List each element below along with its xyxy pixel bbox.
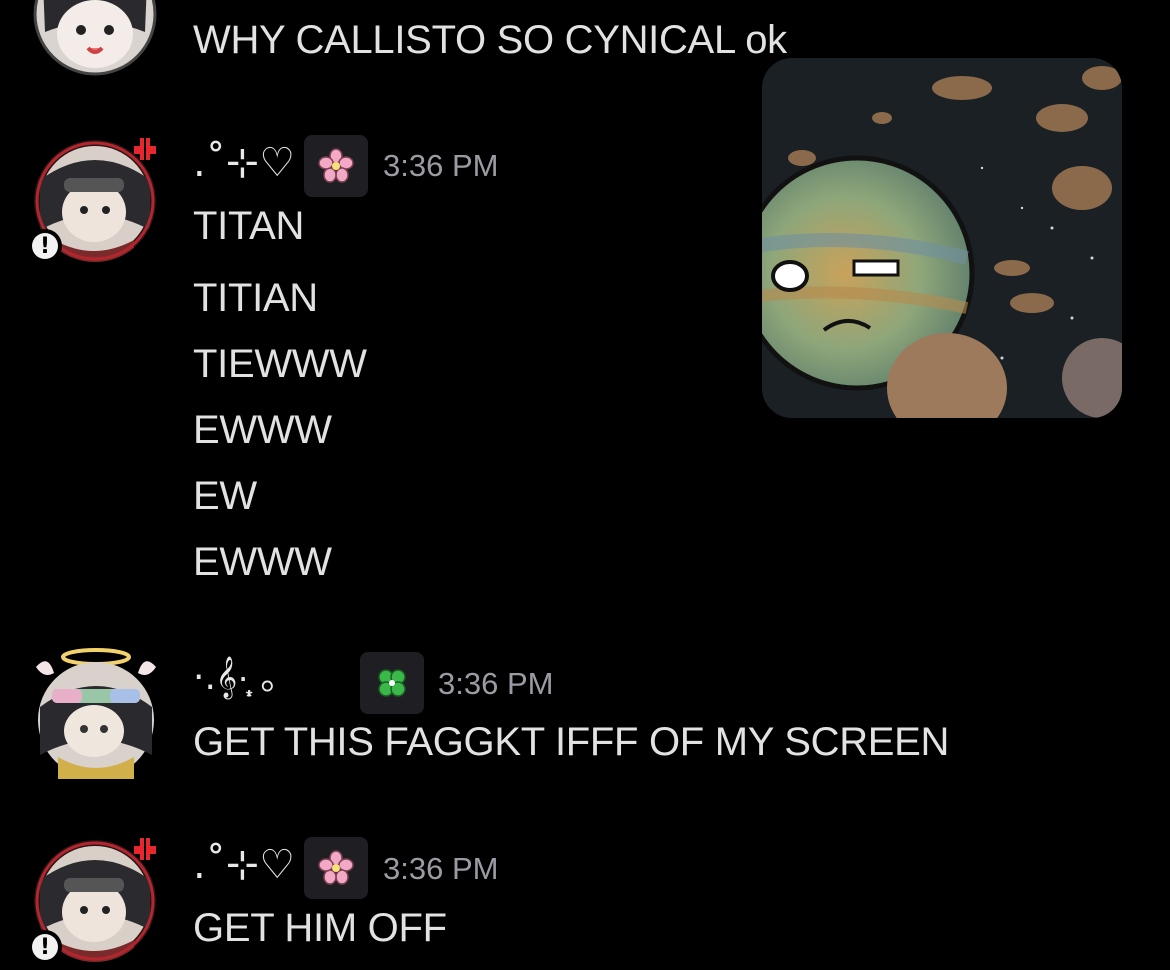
four-leaf-clover-icon <box>378 669 406 697</box>
server-tag[interactable] <box>360 652 424 714</box>
message-text: GET THIS FAGGKT IFFF OF MY SCREEN <box>193 720 950 764</box>
author-name[interactable]: .˚⊹♡ <box>193 140 295 186</box>
server-tag[interactable] <box>304 135 368 197</box>
message-text: EWWW <box>193 540 332 584</box>
status-badge: ! <box>28 930 62 964</box>
cherry-blossom-icon <box>318 148 354 183</box>
message-timestamp: 3:36 PM <box>383 148 499 183</box>
message-text: EW <box>193 474 257 518</box>
author-name[interactable]: .˚⊹♡ <box>193 842 295 888</box>
message-timestamp: 3:36 PM <box>438 666 554 701</box>
message-text: TITIAN <box>193 276 318 320</box>
message-timestamp: 3:36 PM <box>383 851 499 886</box>
anger-mark-icon <box>134 838 156 860</box>
message-text: TIEWWW <box>193 342 367 386</box>
anger-mark-icon <box>134 138 156 160</box>
message-text: TITAN <box>193 204 305 248</box>
cherry-blossom-icon <box>318 850 354 885</box>
image-attachment[interactable] <box>762 58 1122 418</box>
server-tag[interactable] <box>304 837 368 899</box>
status-badge: ! <box>28 229 62 263</box>
user-avatar[interactable] <box>30 645 162 780</box>
message-text: GET HIM OFF <box>193 906 447 950</box>
user-avatar[interactable] <box>33 0 158 77</box>
message-text: EWWW <box>193 408 332 452</box>
message-text: WHY CALLISTO SO CYNICAL ok <box>193 18 787 62</box>
author-name[interactable]: ·.𝄞·̩͙ ｡ <box>193 648 279 700</box>
